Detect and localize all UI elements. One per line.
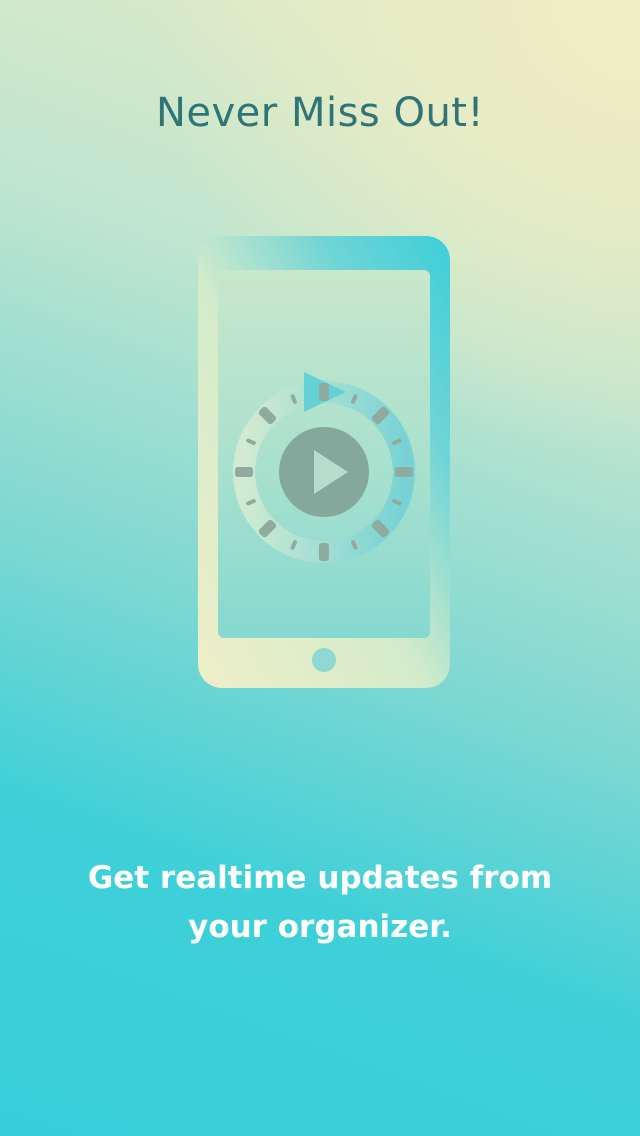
- smartphone-icon: [198, 236, 450, 688]
- onboarding-subtitle: Get realtime updates from your organizer…: [87, 860, 553, 945]
- page-title: Never Miss Out!: [155, 90, 485, 136]
- home-button-icon: [312, 648, 336, 672]
- onboarding-screen: Never Miss Out! Get realtime updates fro…: [0, 0, 640, 1136]
